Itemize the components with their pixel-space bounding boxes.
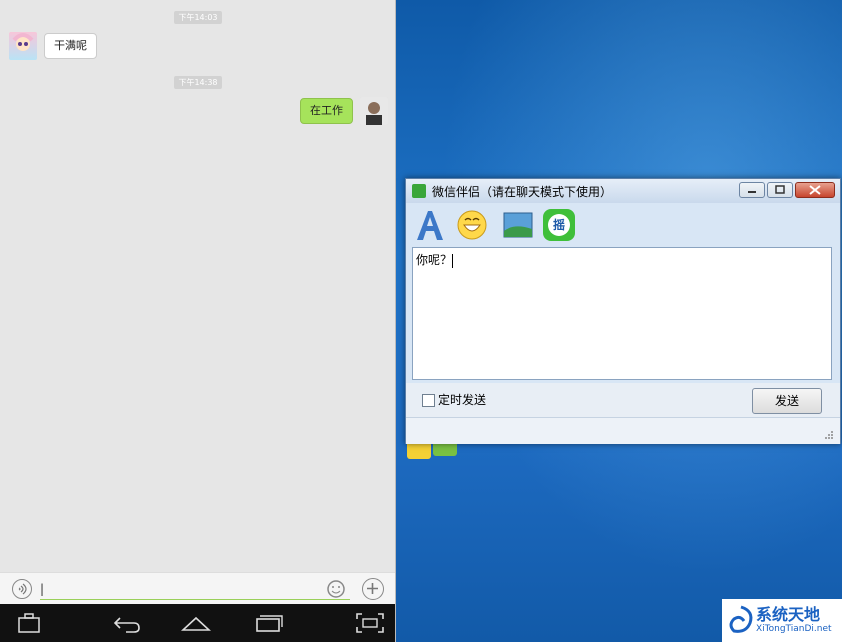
android-emulator: 下午14:03 干满呢 下午14:38 在工作 | (0, 0, 396, 642)
send-button[interactable]: 发送 (752, 388, 822, 414)
wechat-companion-window: 微信伴侣（请在聊天模式下使用） 摇 你呢？ 定时发送 发送 (405, 178, 841, 444)
person-photo-icon (360, 97, 388, 125)
image-icon[interactable] (502, 209, 534, 241)
window-title: 微信伴侣（请在聊天模式下使用） (432, 185, 613, 199)
home-icon[interactable] (181, 612, 211, 634)
add-icon[interactable] (362, 578, 384, 600)
plus-icon (367, 583, 378, 594)
dialog-bottom-bar: 定时发送 发送 (406, 383, 840, 417)
font-icon[interactable] (414, 209, 446, 241)
message-bubble-outgoing[interactable]: 在工作 (300, 98, 353, 124)
site-watermark: 系统天地 XiTongTianDi.net (722, 599, 842, 642)
shake-button[interactable]: 摇 (543, 209, 575, 241)
maximize-button[interactable] (767, 182, 793, 198)
recent-apps-icon[interactable] (253, 612, 283, 634)
status-bar (406, 417, 840, 444)
message-bubble-incoming[interactable]: 干满呢 (44, 33, 97, 59)
cartoon-avatar-icon (12, 33, 34, 51)
message-input[interactable]: | (40, 579, 350, 600)
smiley-icon (327, 580, 345, 598)
avatar-self[interactable] (360, 97, 388, 125)
toolbar: 摇 (410, 205, 836, 245)
briefcase-icon[interactable] (17, 612, 41, 634)
app-icon (412, 184, 426, 198)
chat-input-bar: | (0, 572, 395, 605)
minimize-button[interactable] (739, 182, 765, 198)
schedule-checkbox[interactable] (422, 394, 435, 407)
chat-area[interactable]: 下午14:03 干满呢 下午14:38 在工作 (0, 0, 395, 572)
chat-time-1: 下午14:03 (174, 11, 222, 24)
back-icon[interactable] (112, 612, 142, 634)
window-titlebar[interactable]: 微信伴侣（请在聊天模式下使用） (406, 179, 840, 203)
text-cursor (452, 253, 454, 268)
editor-text: 你呢？ (416, 253, 453, 267)
resize-grip-icon[interactable] (824, 430, 834, 440)
maximize-icon (775, 185, 785, 194)
screenshot-icon[interactable] (355, 612, 385, 634)
minimize-icon (748, 191, 756, 193)
close-icon (809, 185, 821, 195)
close-button[interactable] (795, 182, 835, 198)
swirl-logo-icon (729, 605, 753, 633)
watermark-title: 系统天地 (756, 605, 821, 624)
emoji-icon[interactable] (326, 579, 346, 599)
shake-icon: 摇 (548, 214, 570, 236)
avatar-friend[interactable] (9, 32, 37, 60)
sound-wave-icon (18, 583, 27, 595)
emoji-icon[interactable] (456, 209, 488, 241)
message-editor[interactable]: 你呢？ (412, 247, 832, 380)
watermark-subtitle: XiTongTianDi.net (756, 624, 832, 634)
schedule-label[interactable]: 定时发送 (438, 391, 486, 408)
chat-time-2: 下午14:38 (174, 76, 222, 89)
voice-icon[interactable] (12, 579, 32, 599)
android-navigation-bar (0, 604, 395, 642)
